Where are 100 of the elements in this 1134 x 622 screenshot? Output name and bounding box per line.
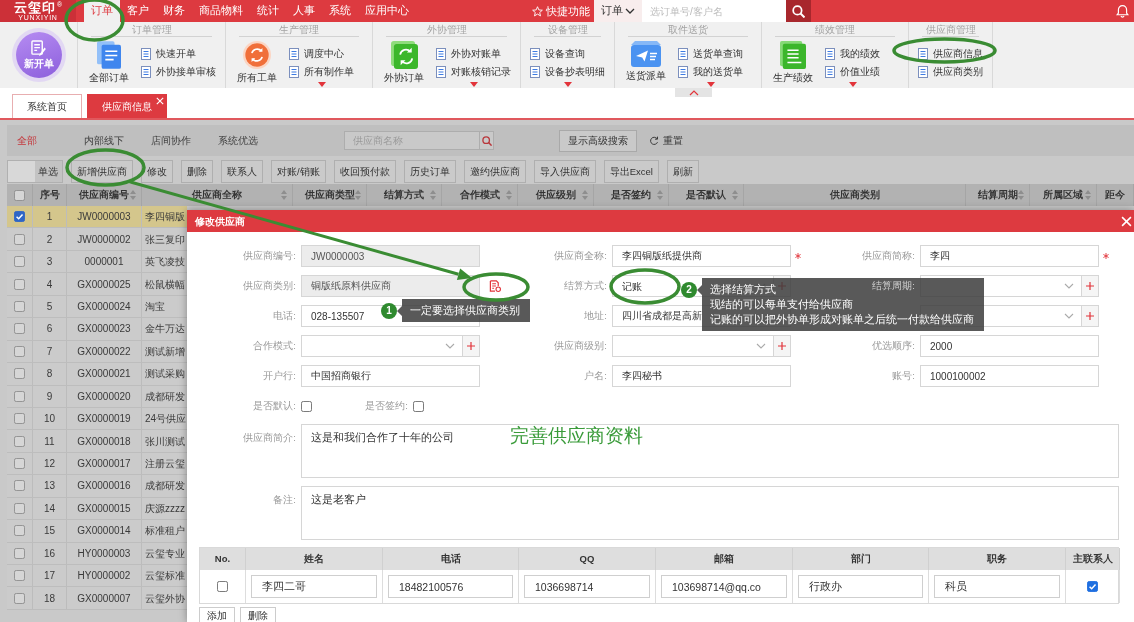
toolbar-button[interactable]: 对账/销账 <box>271 160 326 183</box>
table-row[interactable]: 18 GX0000007 云玺外协 <box>7 587 187 610</box>
checkbox[interactable] <box>14 592 25 604</box>
caret-icon[interactable] <box>317 82 326 87</box>
checkbox[interactable] <box>14 570 25 582</box>
sort-icon[interactable] <box>130 190 136 200</box>
checkbox[interactable] <box>301 400 312 412</box>
menu-tab[interactable]: 统计 <box>250 0 286 22</box>
text-field[interactable]: 18482100576 <box>388 575 513 598</box>
table-row[interactable]: 8 GX0000021 测试采购 <box>7 363 187 386</box>
table-action-button[interactable]: 删除 <box>240 607 276 622</box>
text-field[interactable]: 李四二哥 <box>251 575 377 598</box>
column-header[interactable]: 供应商类别 <box>829 188 880 202</box>
toolbar-button[interactable]: 联系人 <box>221 160 263 183</box>
sort-icon[interactable] <box>582 190 588 200</box>
sort-icon[interactable] <box>1085 190 1091 200</box>
text-field[interactable]: 1000100002 <box>920 365 1099 387</box>
table-row[interactable]: 11 GX0000018 张川测试 <box>7 430 187 453</box>
caret-icon[interactable] <box>706 82 715 87</box>
table-row[interactable]: 1 JW0000003 李四铜版 <box>7 206 187 229</box>
table-row[interactable]: 3 0000001 英飞凌技 <box>7 250 187 274</box>
text-field[interactable]: 科员 <box>934 575 1060 598</box>
add-button[interactable] <box>1082 305 1099 327</box>
checkbox[interactable] <box>14 525 25 537</box>
table-row[interactable]: 4 GX0000025 松鼠横幅 <box>7 273 187 296</box>
ribbon-link[interactable]: 设备查询 <box>530 45 585 63</box>
ribbon-link[interactable]: 快速开单 <box>141 45 196 63</box>
checkbox[interactable] <box>14 547 25 559</box>
toolbar-button[interactable]: 修改 <box>141 160 173 183</box>
column-header[interactable]: 供应商类型 <box>304 188 355 202</box>
new-order-button[interactable]: 新开单 <box>15 32 62 78</box>
checkbox[interactable] <box>14 256 25 268</box>
ribbon-link[interactable]: 外协对账单 <box>436 45 501 63</box>
ribbon-link[interactable]: 价值业绩 <box>825 63 880 81</box>
sort-icon[interactable] <box>506 190 512 200</box>
add-button[interactable] <box>1082 275 1099 297</box>
ribbon-button[interactable]: 全部订单 <box>87 41 131 84</box>
ribbon-link[interactable]: 供应商信息 <box>918 45 983 63</box>
table-row[interactable]: 12 GX0000017 注册云玺 <box>7 452 187 476</box>
toolbar-button[interactable]: 导入供应商 <box>533 160 596 183</box>
advanced-search-button[interactable]: 显示高级搜索 <box>559 129 637 152</box>
add-button[interactable] <box>463 335 480 357</box>
close-button[interactable] <box>1121 215 1132 227</box>
sort-icon[interactable] <box>430 190 436 200</box>
category-tab[interactable]: 店间协作 <box>151 134 218 147</box>
checkbox[interactable] <box>14 345 25 357</box>
checkbox[interactable] <box>14 278 25 290</box>
reset-button[interactable]: 重置 <box>649 134 683 147</box>
table-action-button[interactable]: 添加 <box>199 607 235 622</box>
text-field[interactable]: 中国招商银行 <box>301 365 480 387</box>
bell-icon[interactable] <box>1116 4 1129 18</box>
table-row[interactable]: 5 GX0000024 淘宝 <box>7 295 187 319</box>
table-row[interactable]: 13 GX0000016 成都研发 <box>7 475 187 498</box>
close-icon[interactable] <box>156 97 164 105</box>
checkbox[interactable] <box>14 189 25 201</box>
checkbox[interactable] <box>217 581 228 592</box>
sort-icon[interactable] <box>657 190 663 200</box>
dropdown-field[interactable] <box>301 335 463 357</box>
checkbox[interactable] <box>14 413 25 425</box>
table-row[interactable]: 17 HY0000002 云玺标准 <box>7 565 187 588</box>
text-area[interactable]: 这是老客户 <box>301 486 1119 540</box>
search-button[interactable] <box>480 131 494 150</box>
column-header[interactable]: 供应商全称 <box>192 188 242 202</box>
checkbox[interactable] <box>14 435 25 447</box>
toolbar-button[interactable]: 导出Excel <box>603 160 659 183</box>
text-field[interactable]: 行政办 <box>798 575 923 598</box>
sort-icon[interactable] <box>732 190 738 200</box>
checkbox[interactable] <box>14 368 25 380</box>
search-scope-dropdown[interactable]: 订单 <box>594 0 642 22</box>
sort-icon[interactable] <box>281 190 287 200</box>
search-button[interactable] <box>786 0 811 22</box>
ribbon-link[interactable]: 送货单查询 <box>678 45 743 63</box>
checkbox[interactable] <box>14 300 25 312</box>
toolbar-button[interactable]: 新增供应商 <box>71 160 133 183</box>
caret-icon[interactable] <box>563 82 572 87</box>
toolbar-button[interactable]: 删除 <box>181 160 213 183</box>
column-header[interactable]: 距今 <box>1105 188 1125 202</box>
ribbon-link[interactable]: 设备抄表明细 <box>530 63 605 81</box>
dropdown-field[interactable] <box>612 335 774 357</box>
checkbox[interactable] <box>14 323 25 335</box>
category-tab[interactable]: 内部线下 <box>84 134 151 147</box>
table-row[interactable]: 9 GX0000020 成都研发 <box>7 385 187 408</box>
caret-icon[interactable] <box>469 82 478 87</box>
page-tab[interactable]: 系统首页 <box>12 94 82 118</box>
collapse-ribbon-button[interactable] <box>675 88 712 97</box>
quick-functions-button[interactable]: 快捷功能 <box>532 0 590 22</box>
checkbox[interactable] <box>413 400 424 412</box>
page-tab[interactable]: 供应商信息 <box>87 94 167 118</box>
checkbox[interactable] <box>14 211 25 223</box>
sort-icon[interactable] <box>1018 190 1024 200</box>
menu-tab[interactable]: 系统 <box>322 0 358 22</box>
ribbon-link[interactable]: 所有制作单 <box>289 63 354 81</box>
column-header[interactable]: 结算周期 <box>977 188 1018 202</box>
ribbon-link[interactable]: 我的绩效 <box>825 45 880 63</box>
table-row[interactable]: 14 GX0000015 庆源zzzz <box>7 497 187 521</box>
caret-icon[interactable] <box>848 82 857 87</box>
ribbon-button[interactable]: 送货派单 <box>624 41 668 87</box>
add-button[interactable] <box>774 335 791 357</box>
toolbar-button[interactable]: 历史订单 <box>403 160 456 183</box>
text-field[interactable]: 李四秘书 <box>612 365 791 387</box>
